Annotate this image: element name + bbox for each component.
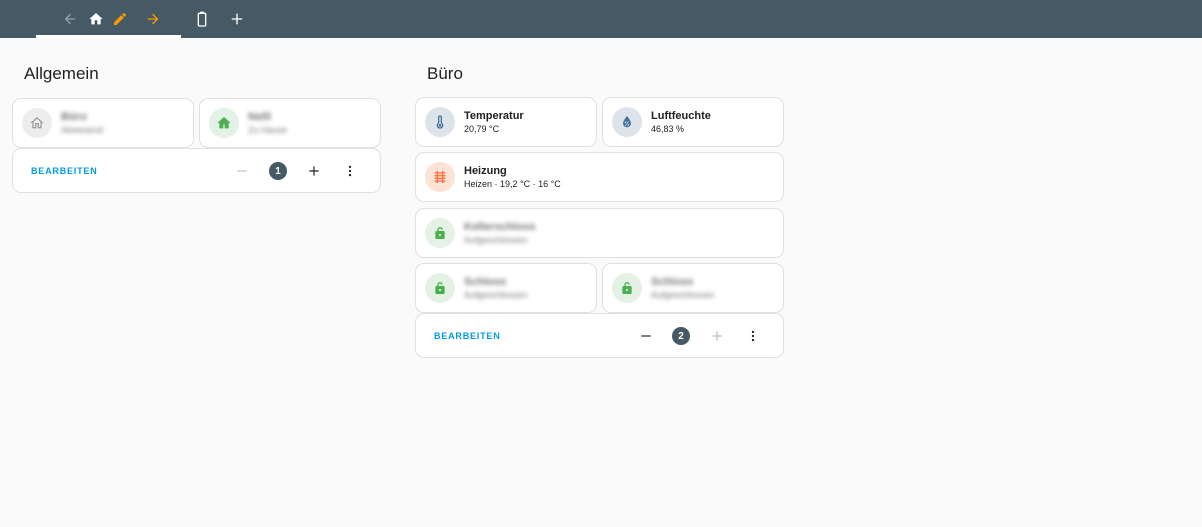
tile-name: Büro <box>61 111 87 123</box>
top-toolbar <box>0 0 1202 38</box>
tile-name: Schloss <box>651 276 694 288</box>
water-percent-icon <box>612 107 642 137</box>
tile-name: Kellerschloss <box>464 221 536 233</box>
section-title-buero: Büro <box>427 64 463 83</box>
tile-heizung[interactable]: Heizung Heizen · 19,2 °C · 16 °C <box>415 152 784 202</box>
home-icon <box>209 108 239 138</box>
tile-state: Heizen · 19,2 °C · 16 °C <box>464 179 561 189</box>
tile-luftfeuchte[interactable]: Luftfeuchte 46,83 % <box>602 97 784 147</box>
tile-lock-3[interactable]: Schloss Aufgeschlossen <box>602 263 784 313</box>
battery-icon[interactable] <box>192 9 212 29</box>
tile-name: Heizung <box>464 165 507 177</box>
move-up-icon[interactable] <box>233 162 251 180</box>
active-tab-indicator <box>36 35 181 38</box>
more-vertical-icon[interactable] <box>341 162 359 180</box>
tile-name: Nelli <box>248 111 272 123</box>
plus-icon[interactable] <box>305 162 323 180</box>
tile-nelli-person[interactable]: Nelli Zu Hause <box>199 98 381 148</box>
arrow-left-icon[interactable] <box>60 9 80 29</box>
tile-name: Temperatur <box>464 110 524 122</box>
minus-icon[interactable] <box>637 327 655 345</box>
lock-open-icon <box>612 273 642 303</box>
tile-state: Aufgeschlossen <box>464 235 528 245</box>
tile-lock-2[interactable]: Schloss Aufgeschlossen <box>415 263 597 313</box>
home-icon[interactable] <box>86 9 106 29</box>
tile-state: 20,79 °C <box>464 124 500 134</box>
thermometer-icon <box>425 107 455 137</box>
tile-state: Zu Hause <box>248 125 288 135</box>
edit-button[interactable]: BEARBEITEN <box>434 331 501 341</box>
tile-lock-1[interactable]: Kellerschloss Aufgeschlossen <box>415 208 784 258</box>
tile-state: Aufgeschlossen <box>464 290 528 300</box>
section-title-allgemein: Allgemein <box>24 64 99 83</box>
tile-buero-person[interactable]: Büro Abwesend <box>12 98 194 148</box>
arrow-right-icon[interactable] <box>143 9 163 29</box>
more-vertical-icon[interactable] <box>744 327 762 345</box>
pencil-icon[interactable] <box>110 9 130 29</box>
lock-open-icon <box>425 218 455 248</box>
edit-button[interactable]: BEARBEITEN <box>31 166 98 176</box>
tile-name: Schloss <box>464 276 507 288</box>
position-badge: 2 <box>672 327 690 345</box>
section-footer-buero: BEARBEITEN 2 <box>415 313 784 358</box>
plus-icon[interactable] <box>227 9 247 29</box>
tile-state: Aufgeschlossen <box>651 290 715 300</box>
section-footer-allgemein: BEARBEITEN 1 <box>12 148 381 193</box>
tile-temperatur[interactable]: Temperatur 20,79 °C <box>415 97 597 147</box>
radiator-icon <box>425 162 455 192</box>
tile-state: 46,83 % <box>651 124 685 134</box>
home-outline-icon <box>22 108 52 138</box>
position-badge: 1 <box>269 162 287 180</box>
tile-name: Luftfeuchte <box>651 110 711 122</box>
tile-state: Abwesend <box>61 125 104 135</box>
lock-open-icon <box>425 273 455 303</box>
plus-icon[interactable] <box>708 327 726 345</box>
